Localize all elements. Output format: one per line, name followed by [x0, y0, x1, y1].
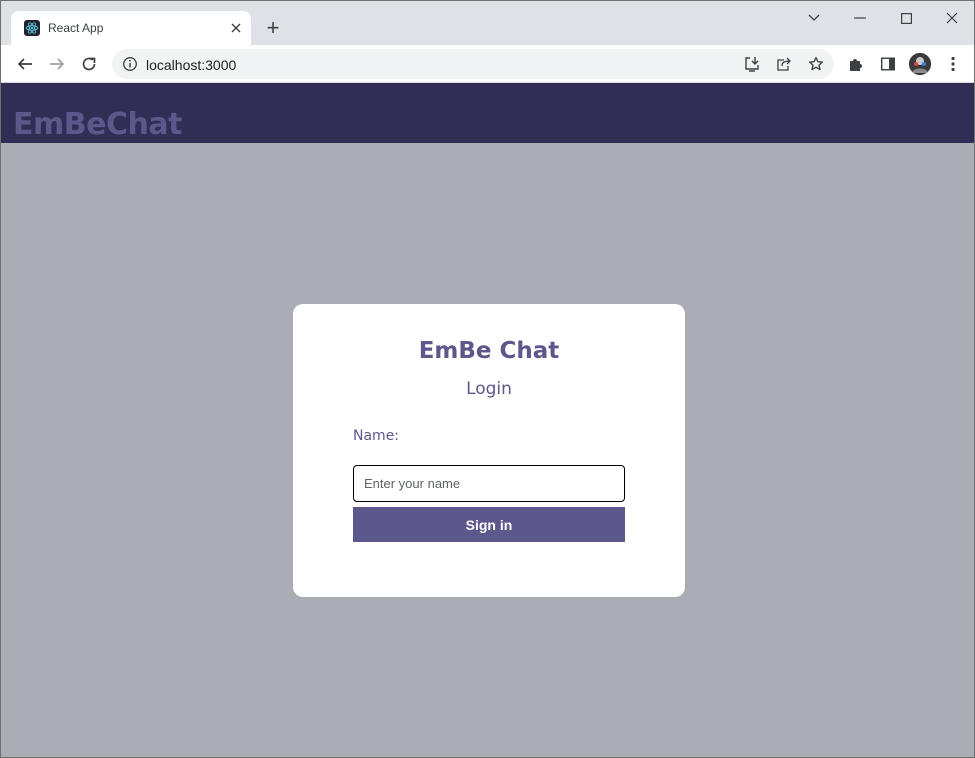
browser-window: React App + localhost:3000 EmBeChat EmBe…: [0, 0, 975, 758]
app-brand: EmBeChat: [13, 107, 182, 142]
name-input[interactable]: [353, 465, 625, 502]
minimize-icon[interactable]: [850, 9, 870, 27]
login-subtitle: Login: [466, 379, 512, 399]
profile-avatar[interactable]: [909, 53, 931, 75]
browser-tab[interactable]: React App: [11, 11, 251, 45]
address-bar[interactable]: localhost:3000: [112, 49, 834, 79]
close-window-icon[interactable]: [942, 9, 962, 27]
side-panel-icon[interactable]: [879, 55, 897, 73]
url-text: localhost:3000: [146, 57, 237, 73]
react-logo-icon: [24, 20, 40, 36]
new-tab-button[interactable]: +: [263, 17, 283, 39]
sign-in-button[interactable]: Sign in: [353, 507, 625, 542]
app-header: EmBeChat: [1, 83, 974, 143]
extensions-puzzle-icon[interactable]: [847, 55, 865, 73]
forward-arrow-icon[interactable]: [47, 54, 67, 74]
bookmark-star-icon[interactable]: [807, 55, 825, 73]
browser-toolbar: localhost:3000: [1, 45, 974, 83]
close-tab-icon[interactable]: [227, 19, 245, 37]
name-label: Name:: [353, 428, 400, 444]
tab-search-chevron-icon[interactable]: [804, 9, 824, 27]
site-info-icon[interactable]: [122, 56, 138, 72]
page-content: EmBeChat EmBe Chat Login Name: Sign in: [1, 83, 974, 757]
reload-icon[interactable]: [79, 54, 99, 74]
share-icon[interactable]: [775, 55, 793, 73]
back-arrow-icon[interactable]: [15, 54, 35, 74]
tab-title: React App: [48, 21, 104, 35]
tab-strip: React App +: [1, 1, 974, 45]
install-app-icon[interactable]: [743, 55, 761, 73]
login-card: EmBe Chat Login Name: Sign in: [293, 304, 685, 597]
more-menu-icon[interactable]: [944, 55, 962, 73]
maximize-icon[interactable]: [896, 9, 916, 27]
login-title: EmBe Chat: [418, 338, 560, 364]
